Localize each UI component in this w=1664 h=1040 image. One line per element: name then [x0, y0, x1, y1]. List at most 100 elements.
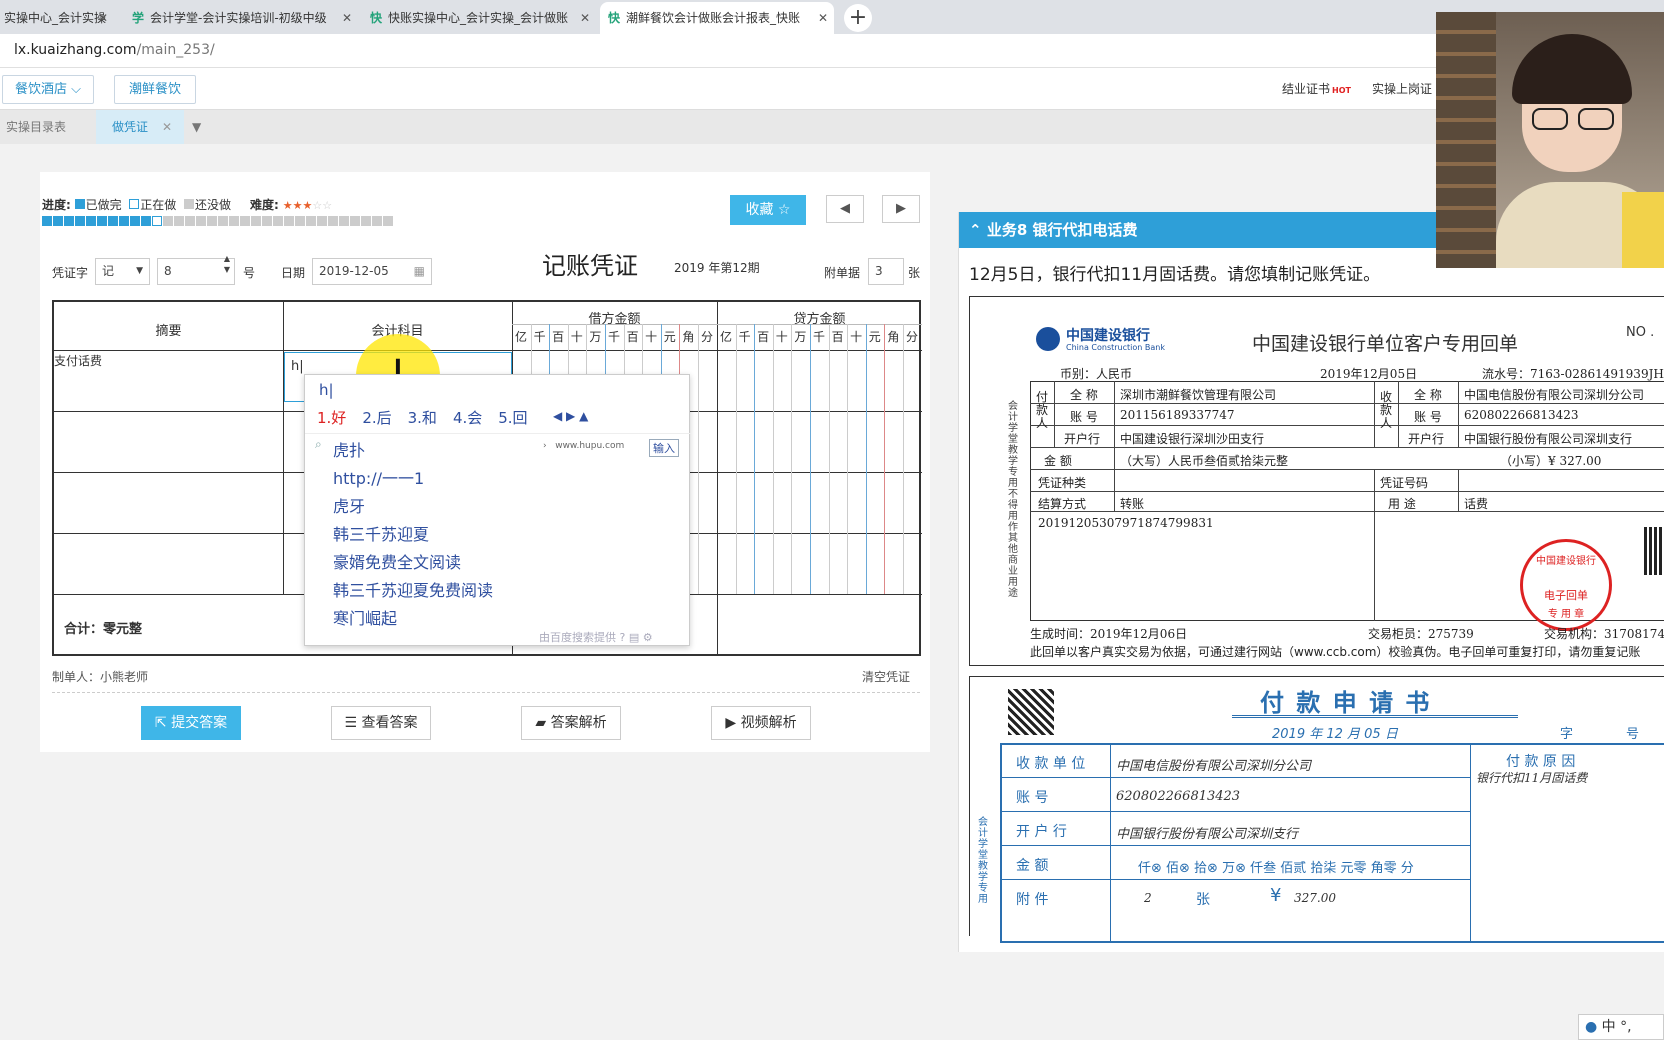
- url-path: /main_253/: [136, 42, 215, 58]
- ime-candidate[interactable]: 2.后: [362, 409, 391, 427]
- company-button[interactable]: 潮鲜餐饮: [114, 75, 196, 104]
- progress-step[interactable]: [86, 216, 96, 226]
- progress-step[interactable]: [42, 216, 52, 226]
- star-empty-icon: ☆: [322, 199, 333, 212]
- submit-answer-button[interactable]: ⇱ 提交答案: [141, 706, 241, 740]
- progress-step[interactable]: [163, 216, 173, 226]
- progress-step[interactable]: [75, 216, 85, 226]
- tab-make-voucher[interactable]: 做凭证 ✕: [96, 110, 184, 144]
- progress-step[interactable]: [97, 216, 107, 226]
- progress-step[interactable]: [108, 216, 118, 226]
- progress-step[interactable]: [185, 216, 195, 226]
- browser-tab-active[interactable]: 快潮鲜餐饮会计做账会计报表_快账 ✕: [600, 2, 834, 34]
- bank-stamp: 中国建设银行 电子回单 专 用 章: [1520, 539, 1612, 631]
- ime-status-bar[interactable]: ● 中 °,: [1578, 1014, 1664, 1040]
- help-icon[interactable]: ?: [620, 631, 626, 644]
- ime-candidate[interactable]: 5.回: [498, 409, 527, 427]
- progress-step[interactable]: [350, 216, 360, 226]
- row1-summary[interactable]: 支付话费: [54, 352, 102, 369]
- date-input[interactable]: 2019-12-05 ▦: [312, 258, 432, 285]
- digit-header: 百: [831, 330, 844, 344]
- answer-analysis-button[interactable]: ▰ 答案解析: [521, 706, 621, 740]
- progress-step[interactable]: [361, 216, 371, 226]
- ime-suggestion[interactable]: 虎牙: [333, 493, 365, 517]
- ime-search-word[interactable]: 虎扑: [333, 437, 365, 461]
- ime-candidate[interactable]: 1.好: [317, 409, 346, 427]
- digit-line: [828, 324, 830, 594]
- progress-step[interactable]: [53, 216, 63, 226]
- browser-tab[interactable]: 快快账实操中心_会计实操_会计做账 ✕: [362, 2, 596, 34]
- close-icon[interactable]: ✕: [580, 2, 590, 34]
- receipt-title: 中国建设银行单位客户专用回单: [1252, 333, 1519, 355]
- progress-step[interactable]: [284, 216, 294, 226]
- progress-step[interactable]: [229, 216, 239, 226]
- browser-tab[interactable]: 学会计学堂-会计实操培训-初级中级 ✕: [124, 2, 358, 34]
- prev-button[interactable]: ◀: [826, 195, 864, 223]
- industry-label: 餐饮酒店: [14, 82, 67, 97]
- ime-candidate[interactable]: 3.和: [408, 409, 437, 427]
- close-icon[interactable]: ✕: [162, 120, 172, 134]
- external-link-icon: ⇱: [154, 715, 167, 731]
- calendar-icon[interactable]: ▦: [414, 259, 425, 284]
- progress-step[interactable]: [218, 216, 228, 226]
- user-icon: ●: [1585, 1019, 1598, 1035]
- tab-dropdown-icon[interactable]: ▼: [186, 110, 206, 144]
- reason-value: 银行代扣11月固话费: [1476, 771, 1588, 785]
- voucher-number-stepper[interactable]: 8 ▲ ▼: [157, 254, 235, 285]
- ime-suggestion[interactable]: http://一一1: [333, 465, 424, 489]
- progress-step[interactable]: [141, 216, 151, 226]
- ime-suggestion[interactable]: 豪婿免费全文阅读: [333, 549, 461, 573]
- progress-step[interactable]: [174, 216, 184, 226]
- progress-step[interactable]: [207, 216, 217, 226]
- progress-step[interactable]: [339, 216, 349, 226]
- app-header: 餐饮酒店 ⌵ 潮鲜餐饮 结业证书 HOT 实操上岗证: [0, 68, 1664, 110]
- next-button[interactable]: ▶: [882, 195, 920, 223]
- analysis-label: 答案解析: [550, 715, 607, 731]
- ime-suggestion[interactable]: 韩三千苏迎夏: [333, 521, 429, 545]
- settings-icon[interactable]: ⚙: [643, 631, 653, 644]
- video-analysis-button[interactable]: ▶ 视频解析: [711, 706, 811, 740]
- feedback-icon[interactable]: ▤: [629, 631, 639, 644]
- close-icon[interactable]: ✕: [98, 2, 108, 34]
- maker-label: 制单人：小熊老师: [52, 670, 149, 684]
- address-bar[interactable]: lx.kuaizhang.com/main_253/: [0, 34, 1664, 68]
- voucher-period: 2019 年第12期: [674, 261, 760, 275]
- progress-step[interactable]: [383, 216, 393, 226]
- progress-step[interactable]: [119, 216, 129, 226]
- progress-step[interactable]: [295, 216, 305, 226]
- progress-step[interactable]: [240, 216, 250, 226]
- progress-step[interactable]: [306, 216, 316, 226]
- job-cert-link[interactable]: 实操上岗证: [1372, 80, 1432, 97]
- ime-enter-button[interactable]: 输入: [649, 439, 679, 457]
- progress-step[interactable]: [328, 216, 338, 226]
- favorite-button[interactable]: 收藏 ☆: [730, 195, 806, 225]
- progress-step[interactable]: [152, 216, 162, 226]
- progress-step[interactable]: [251, 216, 261, 226]
- tab-catalog[interactable]: 实操目录表: [0, 110, 90, 144]
- payment-side-text: 会计学堂教学专用: [978, 817, 988, 905]
- close-icon[interactable]: ✕: [818, 2, 828, 34]
- progress-step[interactable]: [273, 216, 283, 226]
- voucher-word-select[interactable]: 记 ▼: [95, 258, 150, 285]
- close-icon[interactable]: ✕: [342, 2, 352, 34]
- progress-step[interactable]: [196, 216, 206, 226]
- cert-link[interactable]: 结业证书 HOT: [1282, 80, 1351, 97]
- progress-step[interactable]: [372, 216, 382, 226]
- industry-select[interactable]: 餐饮酒店 ⌵: [2, 75, 94, 104]
- ime-suggestion[interactable]: 韩三千苏迎夏免费阅读: [333, 577, 493, 601]
- digit-header: 百: [552, 330, 565, 344]
- progress-step[interactable]: [130, 216, 140, 226]
- attach-count-input[interactable]: 3: [868, 258, 904, 285]
- tab-title: 会计学堂-会计实操培训-初级中级: [150, 11, 327, 25]
- view-answer-button[interactable]: ☰ 查看答案: [331, 706, 431, 740]
- progress-step[interactable]: [64, 216, 74, 226]
- page-arrows-icon[interactable]: ◀ ▶ ▲: [553, 409, 588, 423]
- ime-candidate[interactable]: 4.会: [453, 409, 482, 427]
- progress-step[interactable]: [317, 216, 327, 226]
- new-tab-button[interactable]: +: [844, 4, 872, 32]
- ime-suggestion[interactable]: 寒门崛起: [333, 605, 397, 629]
- progress-step[interactable]: [262, 216, 272, 226]
- clear-voucher-link[interactable]: 清空凭证: [862, 668, 910, 685]
- stepper-icon[interactable]: ▲ ▼: [224, 253, 230, 275]
- browser-tab[interactable]: 实操中心_会计实操 ✕: [0, 2, 114, 34]
